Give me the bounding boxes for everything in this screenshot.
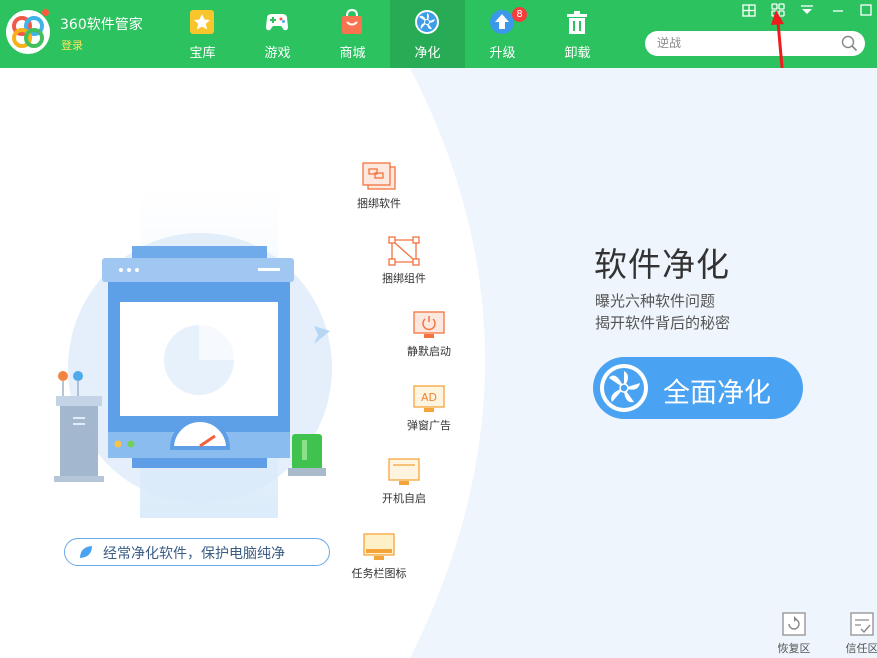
tab-upgrade[interactable]: 8 升级 bbox=[465, 0, 540, 68]
maximize-icon[interactable] bbox=[858, 2, 874, 18]
mini-mode-icon[interactable] bbox=[741, 2, 757, 18]
bundled-component-icon bbox=[388, 236, 420, 266]
tab-treasury[interactable]: 宝库 bbox=[165, 0, 240, 68]
search-icon[interactable] bbox=[841, 35, 858, 52]
gamepad-icon bbox=[266, 14, 288, 31]
popup-ad-icon: AD bbox=[413, 385, 445, 412]
main-panel: 捆绑软件 捆绑组件 静默启动 AD 弹窗广告 开机自启 任务栏图标 软件净化 曝… bbox=[0, 68, 877, 658]
trust-area-button[interactable]: 信任区 bbox=[837, 611, 877, 656]
fan-icon bbox=[600, 364, 648, 412]
feature-label: 静默启动 bbox=[407, 345, 451, 358]
tab-label: 宝库 bbox=[189, 46, 216, 61]
tab-label: 卸载 bbox=[564, 46, 591, 61]
silent-start-icon bbox=[413, 311, 445, 338]
leaf-icon bbox=[80, 546, 92, 558]
minimize-icon[interactable] bbox=[830, 2, 846, 18]
autostart-icon bbox=[388, 458, 420, 485]
full-clean-button[interactable]: 全面净化 bbox=[593, 357, 803, 419]
tab-store[interactable]: 商城 bbox=[315, 0, 390, 68]
feature-label: 开机自启 bbox=[382, 492, 426, 505]
feature-label: 弹窗广告 bbox=[407, 419, 451, 432]
bundled-software-icon bbox=[362, 162, 396, 190]
trash-icon bbox=[567, 11, 587, 34]
feature-label: 捆绑组件 bbox=[382, 272, 426, 285]
fan-icon bbox=[415, 10, 439, 34]
trust-icon bbox=[850, 612, 874, 636]
slogan-banner: 经常净化软件，保护电脑纯净 bbox=[64, 538, 330, 566]
star-icon bbox=[190, 10, 214, 34]
tab-label: 游戏 bbox=[264, 46, 291, 61]
tab-label: 净化 bbox=[414, 46, 441, 61]
search-box bbox=[645, 31, 865, 56]
login-link[interactable]: 登录 bbox=[61, 37, 83, 53]
subtitle-line-2: 揭开软件背后的秘密 bbox=[595, 314, 731, 332]
tab-purify[interactable]: 净化 bbox=[390, 0, 465, 68]
trust-area-label: 信任区 bbox=[845, 642, 877, 655]
app-logo bbox=[6, 10, 50, 54]
tab-label: 商城 bbox=[339, 46, 366, 61]
restore-area-button[interactable]: 恢复区 bbox=[769, 611, 819, 656]
feature-label: 捆绑软件 bbox=[357, 197, 401, 210]
update-count-badge: 8 bbox=[512, 7, 527, 22]
tab-games[interactable]: 游戏 bbox=[240, 0, 315, 68]
feature-label: 任务栏图标 bbox=[351, 567, 407, 580]
notification-dot bbox=[42, 9, 49, 16]
restore-icon bbox=[782, 612, 806, 636]
svg-text:AD: AD bbox=[421, 391, 437, 404]
page-title: 软件净化 bbox=[594, 245, 730, 284]
app-title: 360软件管家 bbox=[60, 17, 143, 33]
full-clean-label: 全面净化 bbox=[663, 378, 771, 409]
restore-area-label: 恢复区 bbox=[777, 642, 811, 655]
taskbar-icon bbox=[363, 533, 395, 560]
feature-silent-start[interactable]: 静默启动 bbox=[379, 310, 479, 359]
top-bar: 360软件管家 登录 宝库 游戏 商城 净化 8 升级 卸载 逆战 bbox=[0, 0, 877, 68]
menu-dropdown-icon[interactable] bbox=[799, 2, 815, 18]
feature-popup-ad[interactable]: AD 弹窗广告 bbox=[379, 384, 479, 433]
computer-illustration bbox=[54, 188, 332, 518]
feature-bundled-software[interactable]: 捆绑软件 bbox=[329, 162, 429, 211]
subtitle-line-1: 曝光六种软件问题 bbox=[595, 292, 716, 310]
shopping-bag-icon bbox=[342, 9, 362, 34]
feature-taskbar-icon[interactable]: 任务栏图标 bbox=[329, 532, 429, 581]
feature-autostart[interactable]: 开机自启 bbox=[354, 457, 454, 506]
slogan-text: 经常净化软件，保护电脑纯净 bbox=[103, 546, 285, 562]
search-input[interactable] bbox=[657, 34, 837, 52]
tab-label: 升级 bbox=[489, 46, 516, 61]
tab-uninstall[interactable]: 卸载 bbox=[540, 0, 615, 68]
feature-bundled-component[interactable]: 捆绑组件 bbox=[354, 235, 454, 286]
